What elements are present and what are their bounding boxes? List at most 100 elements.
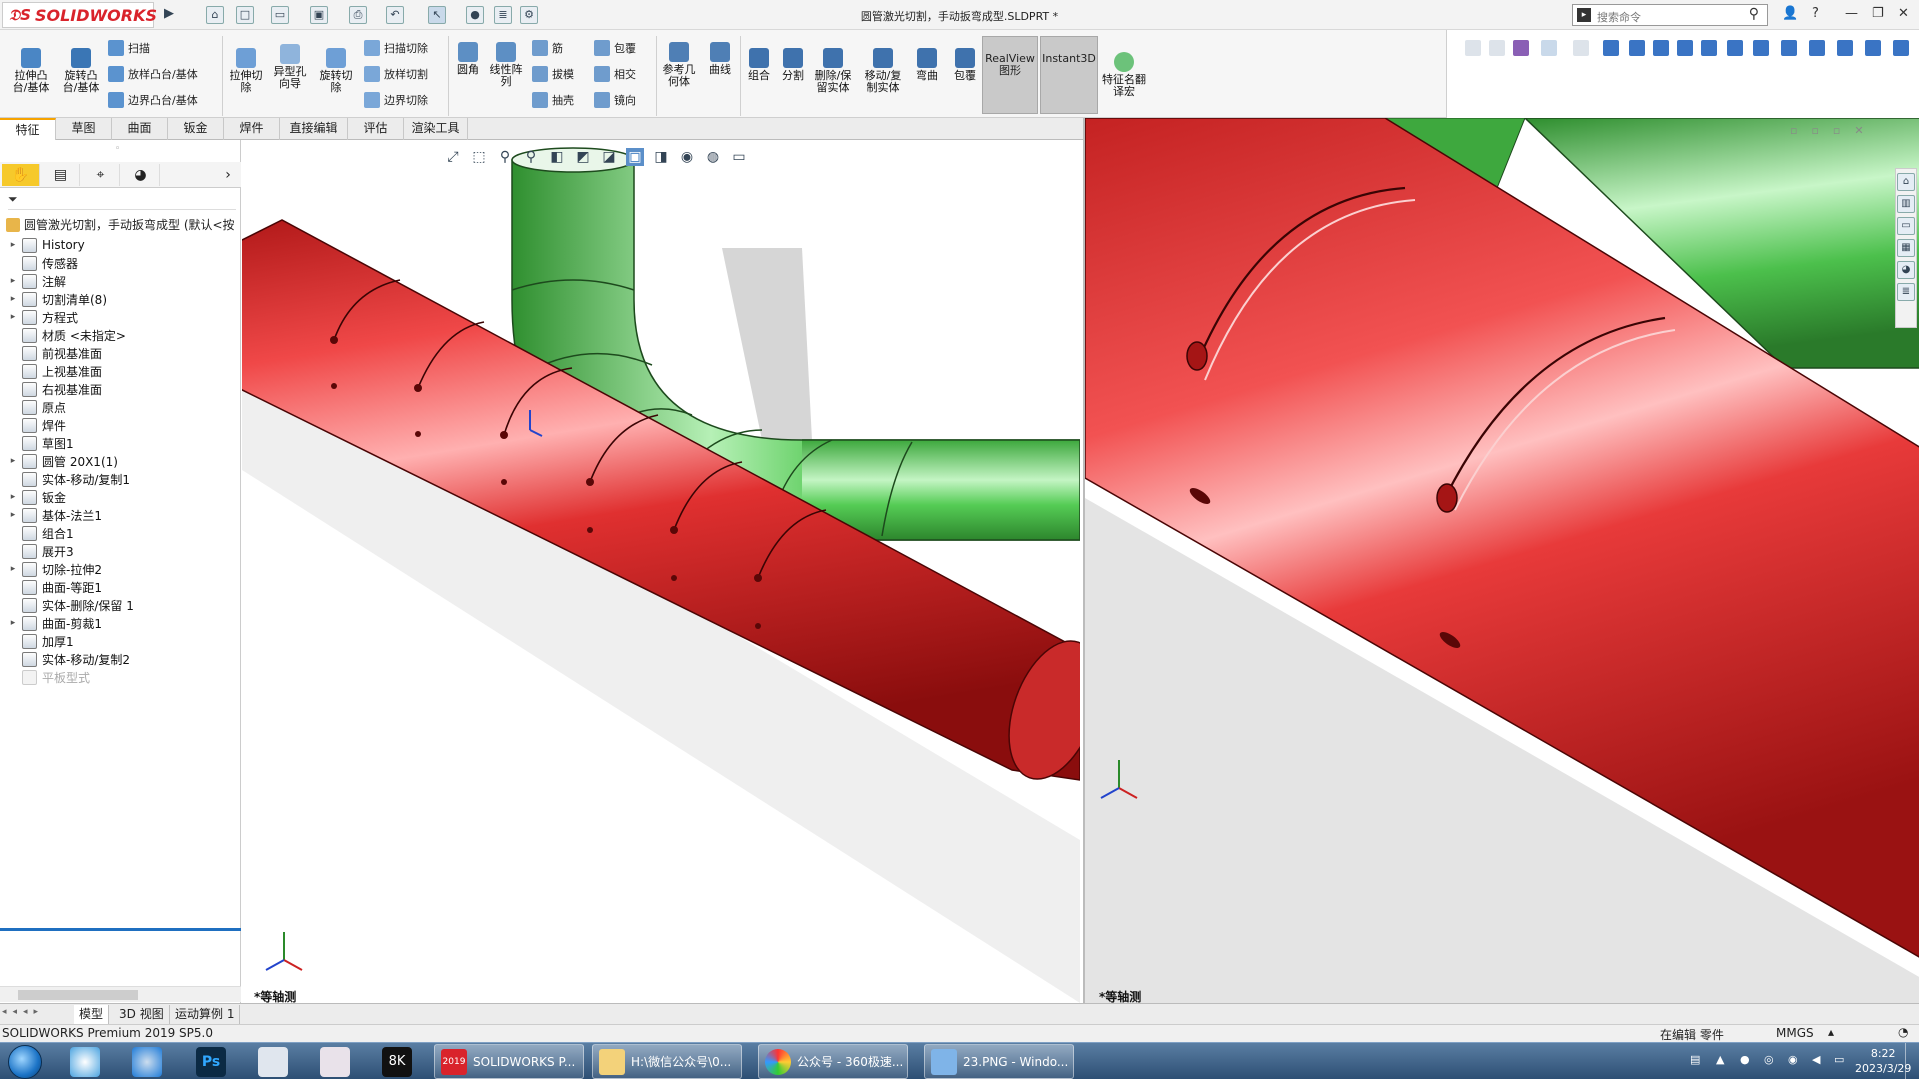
expand-arrow-icon[interactable]: ▸ — [4, 276, 22, 286]
unit-system-selector[interactable]: MMGS — [1776, 1026, 1814, 1040]
tree-item[interactable]: 焊件 — [4, 416, 66, 434]
tree-item[interactable]: ▸ 方程式 — [4, 308, 78, 326]
sync-icon[interactable]: ◎ — [1764, 1053, 1774, 1066]
scrollbar-thumb[interactable] — [18, 990, 138, 1000]
keyboard-icon[interactable]: ▤ — [1690, 1053, 1700, 1066]
dynamic-annotation-icon[interactable]: ◩ — [574, 148, 592, 166]
tree-item[interactable]: 传感器 — [4, 254, 78, 272]
tree-root-part[interactable]: 圆管激光切割，手动扳弯成型 (默认<按 — [6, 216, 235, 233]
curves-button[interactable]: 曲线 — [704, 42, 736, 76]
tab-render-tools[interactable]: 渲染工具 — [404, 118, 468, 140]
expand-arrow-icon[interactable]: ▸ — [4, 240, 22, 250]
tab-evaluate[interactable]: 评估 — [348, 118, 404, 140]
previous-view-icon[interactable]: ⚲ — [522, 148, 540, 166]
apply-scene-icon[interactable]: ◍ — [704, 148, 722, 166]
fillet-button[interactable]: 圆角 — [452, 42, 484, 76]
expand-panel-icon[interactable]: › — [218, 164, 238, 186]
point-icon[interactable] — [1809, 40, 1825, 56]
instant3d-button[interactable]: Instant3D — [1040, 36, 1098, 114]
sketch-icon[interactable] — [1865, 40, 1881, 56]
move-copy-body-button[interactable]: 移动/复制实体 — [862, 48, 904, 94]
expand-arrow-icon[interactable]: ▸ — [4, 618, 22, 628]
expand-arrow-icon[interactable]: ▸ — [4, 312, 22, 322]
tree-item[interactable]: ▸ 切割清单(8) — [4, 290, 107, 308]
tree-item[interactable]: ▸ History — [4, 236, 85, 254]
revolve-cut-button[interactable]: 旋转切除 — [316, 48, 356, 94]
tab-sheet-metal[interactable]: 钣金 — [168, 118, 224, 140]
panel-grip-icon[interactable]: ◦ — [115, 144, 120, 154]
horizontal-scrollbar[interactable] — [0, 986, 241, 1002]
reference-geometry-button[interactable]: 参考几何体 — [660, 42, 698, 88]
dimension-icon[interactable] — [1629, 40, 1645, 56]
linear-pattern-button[interactable]: 线性阵列 — [488, 42, 524, 88]
rib-button[interactable]: 筋 — [532, 40, 563, 56]
tree-item[interactable]: 草图1 — [4, 434, 74, 452]
tree-item[interactable]: 平板型式 — [4, 668, 90, 686]
tree-item[interactable]: 加厚1 — [4, 632, 74, 650]
mass-properties-icon[interactable] — [1753, 40, 1769, 56]
hole-wizard-button[interactable]: 异型孔向导 — [270, 44, 310, 90]
solidworks-resources-icon[interactable]: ⌂ — [1897, 173, 1915, 191]
pinned-snipping-icon[interactable] — [320, 1047, 350, 1077]
filter-icon[interactable] — [1465, 40, 1481, 56]
search-commands-field[interactable]: ▸ 搜索命令 ⚲ — [1572, 4, 1768, 26]
expand-arrow-icon[interactable]: ▸ — [4, 492, 22, 502]
zoom-icon[interactable]: ⚲ — [496, 148, 514, 166]
coordinate-icon[interactable] — [1701, 40, 1717, 56]
file-explorer-icon[interactable]: ▭ — [1897, 217, 1915, 235]
tree-item[interactable]: 原点 — [4, 398, 66, 416]
tab-3d-view[interactable]: 3D 视图 — [114, 1005, 170, 1024]
show-desktop-button[interactable] — [1905, 1043, 1919, 1080]
unit-dropdown-icon[interactable]: ▴ — [1828, 1025, 1834, 1039]
tree-item[interactable]: 展开3 — [4, 542, 74, 560]
section-icon[interactable] — [1781, 40, 1797, 56]
view-orientation-icon[interactable]: ◪ — [600, 148, 618, 166]
smart-dimension-icon[interactable] — [1603, 40, 1619, 56]
zoom-to-fit-icon[interactable]: ⤢ — [444, 148, 462, 166]
view-palette-icon[interactable]: ▦ — [1897, 239, 1915, 257]
tab-weldments[interactable]: 焊件 — [224, 118, 280, 140]
tree-item[interactable]: 实体-删除/保留 1 — [4, 596, 134, 614]
user-icon[interactable]: 👤 — [1782, 6, 1798, 21]
custom-properties-icon[interactable]: ≣ — [1897, 283, 1915, 301]
sweep-button[interactable]: 扫描 — [108, 40, 150, 56]
shell-button[interactable]: 抽壳 — [532, 92, 574, 108]
filter-faces-icon[interactable] — [1513, 40, 1529, 56]
display-icon[interactable]: ▭ — [1834, 1053, 1844, 1066]
tree-item[interactable]: 前视基准面 — [4, 344, 102, 362]
mirror-button[interactable]: 镜向 — [594, 92, 636, 108]
view-settings-icon[interactable]: ▭ — [730, 148, 748, 166]
curve-icon[interactable] — [1837, 40, 1853, 56]
plane-icon[interactable] — [1653, 40, 1669, 56]
feature-translate-macro-button[interactable]: 特征名翻译宏 — [1102, 52, 1146, 98]
quick-tips-icon[interactable]: ◔ — [1898, 1025, 1908, 1039]
intersect-button[interactable]: 相交 — [594, 66, 636, 82]
taskbar-explorer[interactable]: H:\微信公众号\0... — [592, 1044, 742, 1079]
tree-item[interactable]: 曲面-等距1 — [4, 578, 102, 596]
extrude-boss-button[interactable]: 拉伸凸台/基体 — [8, 48, 54, 94]
extrude-cut-button[interactable]: 拉伸切除 — [226, 48, 266, 94]
combine-button[interactable]: 组合 — [744, 48, 774, 82]
feature-tree-tab-icon[interactable]: ✋ — [2, 164, 40, 186]
axis-icon[interactable] — [1677, 40, 1693, 56]
tab-sketch[interactable]: 草图 — [56, 118, 112, 140]
more-tools-icon[interactable] — [1893, 40, 1909, 56]
draft-button[interactable]: 拔模 — [532, 66, 574, 82]
tree-filter-field[interactable]: ⏷ — [8, 192, 236, 210]
tree-item[interactable]: ▸ 圆管 20X1(1) — [4, 452, 118, 470]
tree-item[interactable]: ▸ 曲面-剪裁1 — [4, 614, 102, 632]
expand-arrow-icon[interactable]: ▸ — [4, 456, 22, 466]
tab-surfaces[interactable]: 曲面 — [112, 118, 168, 140]
loft-button[interactable]: 放样凸台/基体 — [108, 66, 198, 82]
delete-keep-body-button[interactable]: 删除/保留实体 — [812, 48, 854, 94]
boundary-boss-button[interactable]: 边界凸台/基体 — [108, 92, 198, 108]
network-icon[interactable]: ▲ — [1716, 1053, 1724, 1066]
property-manager-tab-icon[interactable]: ▤ — [42, 164, 80, 186]
tree-item[interactable]: 右视基准面 — [4, 380, 102, 398]
measure-icon[interactable] — [1727, 40, 1743, 56]
pinned-tool-icon[interactable] — [258, 1047, 288, 1077]
split-button[interactable]: 分割 — [778, 48, 808, 82]
expand-arrow-icon[interactable]: ▸ — [4, 510, 22, 520]
tab-motion-study[interactable]: 运动算例 1 — [170, 1005, 241, 1024]
display-style-icon[interactable]: ▣ — [626, 148, 644, 166]
